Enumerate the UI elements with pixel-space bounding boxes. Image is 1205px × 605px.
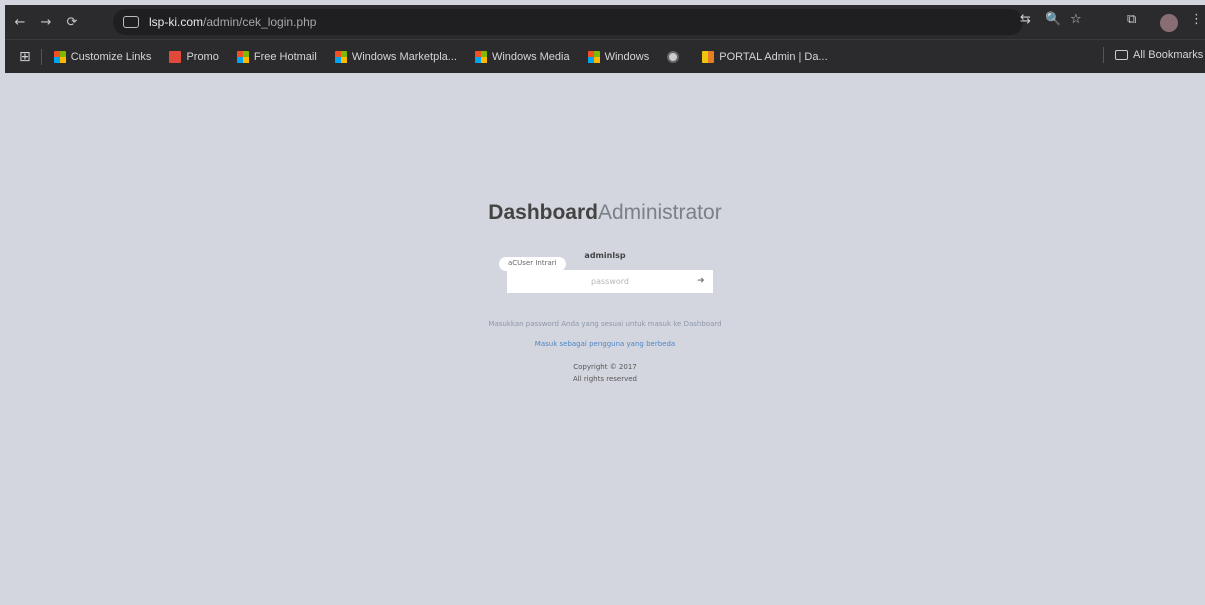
bookmark-customize-links[interactable]: Customize Links bbox=[53, 50, 152, 63]
bookmark-promo[interactable]: Promo bbox=[169, 50, 219, 63]
browser-toolbar: ← → ⟳ lsp-ki.com/admin/cek_login.php ⇆ 🔍… bbox=[5, 5, 1205, 39]
bookmark-windows-marketplace[interactable]: Windows Marketpla... bbox=[334, 50, 457, 63]
copyright-line: Copyright © 2017 bbox=[573, 363, 637, 371]
login-page: DashboardAdministrator adminlsp aCUser I… bbox=[5, 73, 1205, 605]
bookmark-star-icon[interactable]: ☆ bbox=[1070, 12, 1082, 27]
bookmark-label: PORTAL Admin | Da... bbox=[719, 50, 828, 63]
autofill-tooltip: aCUser Intrari bbox=[499, 257, 566, 271]
site-info-icon[interactable] bbox=[123, 16, 139, 28]
title-light: Administrator bbox=[597, 201, 722, 224]
bookmark-windows-media[interactable]: Windows Media bbox=[474, 50, 570, 63]
username-label: adminlsp bbox=[584, 251, 626, 260]
bookmark-label: Promo bbox=[186, 50, 219, 63]
bookmark-label: Free Hotmail bbox=[253, 50, 317, 63]
bookmark-free-hotmail[interactable]: Free Hotmail bbox=[236, 50, 317, 63]
switch-user-link[interactable]: Masuk sebagai pengguna yang berbeda bbox=[5, 340, 1205, 348]
microsoft-icon bbox=[587, 50, 600, 63]
bookmark-label: Customize Links bbox=[70, 50, 152, 63]
page-title: DashboardAdministrator bbox=[5, 201, 1205, 225]
apps-grid-icon[interactable]: ⊞ bbox=[19, 49, 31, 65]
reload-icon[interactable]: ⟳ bbox=[61, 11, 83, 33]
bookmarks-bar: ⊞ Customize Links Promo Free Hotmail Win… bbox=[5, 39, 1205, 73]
bookmark-label: Windows Media bbox=[491, 50, 570, 63]
url-text[interactable]: lsp-ki.com/admin/cek_login.php bbox=[149, 15, 316, 29]
bookmark-windows[interactable]: Windows bbox=[587, 50, 650, 63]
menu-icon[interactable]: ⋮ bbox=[1190, 12, 1203, 27]
folder-icon bbox=[1115, 50, 1128, 60]
bookmark-portal-admin[interactable]: PORTAL Admin | Da... bbox=[702, 50, 828, 63]
profile-avatar[interactable] bbox=[1160, 14, 1178, 32]
microsoft-icon bbox=[236, 50, 249, 63]
submit-arrow-icon[interactable]: ➜ bbox=[697, 276, 705, 286]
bookmark-label: Windows bbox=[604, 50, 650, 63]
all-bookmarks-button[interactable]: All Bookmarks bbox=[1103, 47, 1204, 63]
translate-icon[interactable]: ⇆ bbox=[1020, 12, 1031, 27]
forward-icon[interactable]: → bbox=[35, 11, 57, 33]
bookmark-label: Windows Marketpla... bbox=[351, 50, 457, 63]
title-bold: Dashboard bbox=[488, 201, 598, 224]
microsoft-icon bbox=[53, 50, 66, 63]
bookmarks-divider bbox=[1103, 47, 1104, 63]
rights-line: All rights reserved bbox=[573, 375, 637, 383]
copyright: Copyright © 2017 All rights reserved bbox=[5, 361, 1205, 385]
login-instruction: Masukkan password Anda yang sesuai untuk… bbox=[488, 320, 722, 328]
address-bar[interactable]: lsp-ki.com/admin/cek_login.php bbox=[113, 9, 1023, 35]
all-bookmarks-label: All Bookmarks bbox=[1133, 49, 1204, 61]
zoom-icon[interactable]: 🔍 bbox=[1045, 12, 1061, 27]
globe-icon bbox=[667, 50, 680, 63]
url-path: /admin/cek_login.php bbox=[203, 15, 317, 29]
portal-icon bbox=[702, 50, 715, 63]
url-domain: lsp-ki.com bbox=[149, 15, 204, 29]
microsoft-icon bbox=[334, 50, 347, 63]
back-icon[interactable]: ← bbox=[9, 11, 31, 33]
extensions-icon[interactable]: ⧉ bbox=[1127, 12, 1136, 27]
bookmark-globe[interactable] bbox=[667, 50, 684, 63]
bookmarks-divider bbox=[40, 48, 42, 65]
promo-icon bbox=[169, 50, 182, 63]
microsoft-icon bbox=[474, 50, 487, 63]
password-input[interactable] bbox=[507, 270, 713, 293]
